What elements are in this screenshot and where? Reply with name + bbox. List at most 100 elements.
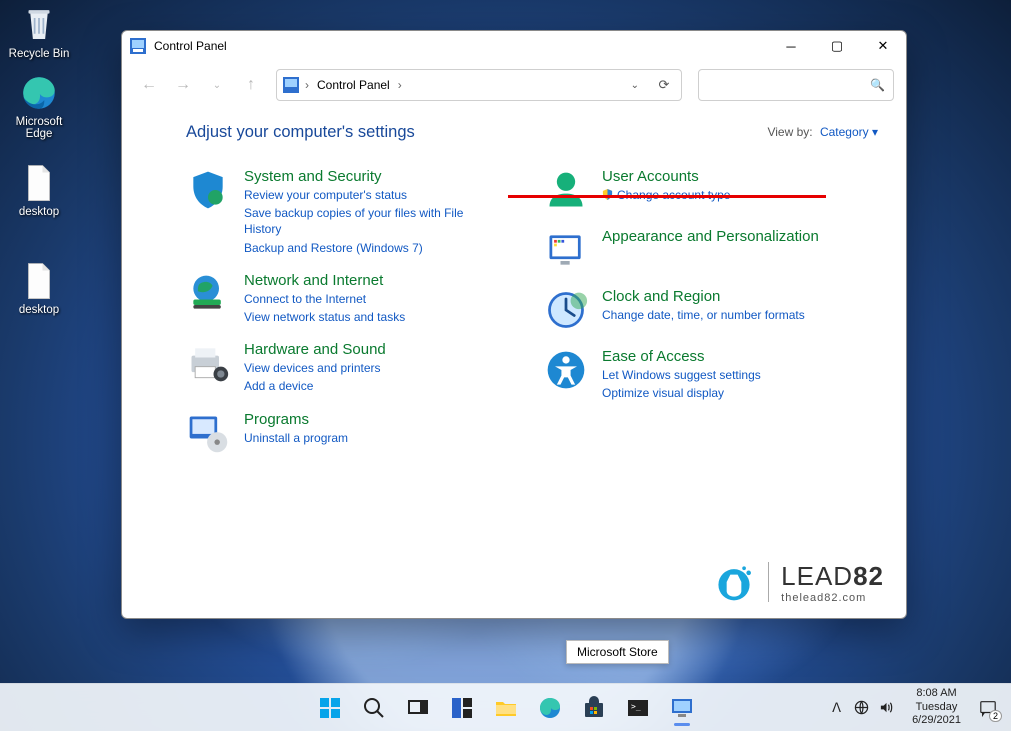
breadcrumb-separator-icon: › (398, 78, 402, 92)
control-panel-icon (130, 38, 146, 54)
task-link[interactable]: Let Windows suggest settings (602, 367, 761, 383)
nav-toolbar: ← → ⌄ ↑ › Control Panel › ⌄ ⟳ 🔍 (122, 61, 906, 109)
search-box[interactable]: 🔍 (698, 69, 894, 101)
clock-date: 6/29/2021 (912, 714, 961, 728)
clock-day: Tuesday (912, 701, 961, 715)
task-link[interactable]: Backup and Restore (Windows 7) (244, 240, 474, 256)
category-link[interactable]: Programs (244, 411, 348, 428)
desktop-file-1[interactable]: desktop (4, 162, 74, 218)
printer-icon (186, 341, 230, 385)
breadcrumb-history-dropdown[interactable]: ⌄ (623, 80, 647, 91)
watermark-url: thelead82.com (781, 592, 884, 604)
category-link[interactable]: Network and Internet (244, 272, 405, 289)
task-link[interactable]: Uninstall a program (244, 430, 348, 446)
titlebar[interactable]: Control Panel ─ ▢ ✕ (122, 31, 906, 61)
clock-time: 8:08 AM (912, 687, 961, 701)
task-link[interactable]: View devices and printers (244, 360, 386, 376)
annotation-underline (508, 195, 826, 198)
content-area: Adjust your computer's settings View by:… (122, 109, 906, 618)
category-appearance: Appearance and Personalization (544, 228, 880, 272)
category-ease-of-access: Ease of Access Let Windows suggest setti… (544, 348, 880, 401)
taskbar-task-view-button[interactable] (398, 688, 438, 728)
task-link[interactable]: Change date, time, or number formats (602, 307, 805, 323)
desktop-recycle-bin[interactable]: Recycle Bin (4, 4, 74, 60)
category-user-accounts: User Accounts Change account type (544, 168, 880, 212)
shield-icon (186, 168, 230, 212)
up-button[interactable]: ↑ (236, 70, 266, 100)
task-link[interactable]: Save backup copies of your files with Fi… (244, 205, 474, 237)
clock-icon (544, 288, 588, 332)
category-network-internet: Network and Internet Connect to the Inte… (186, 272, 522, 325)
desktop-icon-label: desktop (19, 206, 59, 218)
category-hardware-sound: Hardware and Sound View devices and prin… (186, 341, 522, 394)
file-icon (18, 162, 60, 204)
watermark-brand: LEAD (781, 561, 853, 591)
desktop-icon-label: Recycle Bin (9, 48, 70, 60)
search-icon[interactable]: 🔍 (870, 78, 885, 92)
desktop-file-2[interactable]: desktop (4, 260, 74, 316)
watermark-brand-num: 82 (853, 561, 884, 591)
control-panel-window: Control Panel ─ ▢ ✕ ← → ⌄ ↑ › Control Pa… (121, 30, 907, 619)
taskbar-search-button[interactable] (354, 688, 394, 728)
category-link[interactable]: System and Security (244, 168, 474, 185)
tray-volume-icon[interactable] (879, 700, 894, 715)
taskbar-explorer-button[interactable] (486, 688, 526, 728)
tray-network-icon[interactable] (854, 700, 869, 715)
accessibility-icon (544, 348, 588, 392)
refresh-button[interactable]: ⟳ (653, 70, 675, 100)
recent-locations-button[interactable]: ⌄ (202, 70, 232, 100)
edge-icon (18, 72, 60, 114)
category-system-security: System and Security Review your computer… (186, 168, 522, 256)
start-button[interactable] (310, 688, 350, 728)
task-link[interactable]: Connect to the Internet (244, 291, 405, 307)
programs-icon (186, 411, 230, 455)
taskbar-store-button[interactable] (574, 688, 614, 728)
maximize-button[interactable]: ▢ (814, 31, 860, 61)
breadcrumb-item[interactable]: Control Panel (315, 78, 392, 92)
taskbar: >_ ᐱ 8:08 AM Tuesday 6/29/2021 2 (0, 683, 1011, 731)
notification-badge: 2 (989, 710, 1002, 722)
file-icon (18, 260, 60, 302)
search-input[interactable] (707, 78, 870, 92)
taskbar-terminal-button[interactable]: >_ (618, 688, 658, 728)
category-link[interactable]: Clock and Region (602, 288, 805, 305)
active-indicator (674, 723, 690, 726)
task-link[interactable]: Review your computer's status (244, 187, 474, 203)
desktop-icon-label: Microsoft Edge (4, 116, 74, 140)
taskbar-clock[interactable]: 8:08 AM Tuesday 6/29/2021 (904, 687, 969, 728)
category-programs: Programs Uninstall a program (186, 411, 522, 455)
minimize-button[interactable]: ─ (768, 31, 814, 61)
watermark: LEAD82 thelead82.com (712, 560, 884, 604)
tray-overflow-button[interactable]: ᐱ (829, 700, 844, 715)
task-link[interactable]: View network status and tasks (244, 309, 405, 325)
task-link[interactable]: Optimize visual display (602, 385, 761, 401)
window-title: Control Panel (154, 39, 768, 53)
desktop-icon-label: desktop (19, 304, 59, 316)
address-bar[interactable]: › Control Panel › ⌄ ⟳ (276, 69, 682, 101)
close-button[interactable]: ✕ (860, 31, 906, 61)
forward-button[interactable]: → (168, 70, 198, 100)
category-link[interactable]: User Accounts (602, 168, 730, 185)
category-link[interactable]: Appearance and Personalization (602, 228, 819, 245)
tooltip: Microsoft Store (566, 640, 669, 664)
svg-text:>_: >_ (631, 702, 641, 711)
view-by-label: View by: (767, 125, 812, 139)
task-link[interactable]: Add a device (244, 378, 386, 394)
category-link[interactable]: Ease of Access (602, 348, 761, 365)
taskbar-control-panel-button[interactable] (662, 688, 702, 728)
control-panel-icon (283, 77, 299, 93)
notifications-button[interactable]: 2 (971, 688, 1005, 728)
view-by-dropdown[interactable]: Category (820, 125, 878, 139)
back-button[interactable]: ← (134, 70, 164, 100)
desktop-edge[interactable]: Microsoft Edge (4, 72, 74, 140)
view-by-control: View by: Category (767, 125, 878, 139)
globe-icon (186, 272, 230, 316)
recycle-bin-icon (18, 4, 60, 46)
system-tray: ᐱ (821, 700, 902, 715)
taskbar-edge-button[interactable] (530, 688, 570, 728)
user-icon (544, 168, 588, 212)
category-link[interactable]: Hardware and Sound (244, 341, 386, 358)
breadcrumb-separator-icon: › (305, 78, 309, 92)
taskbar-widgets-button[interactable] (442, 688, 482, 728)
appearance-icon (544, 228, 588, 272)
